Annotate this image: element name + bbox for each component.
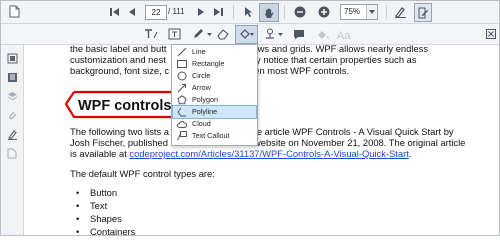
rectangle-icon bbox=[176, 59, 187, 69]
eraser-icon[interactable] bbox=[216, 27, 230, 41]
list-item: Shapes bbox=[76, 213, 122, 224]
zoom-out-icon[interactable] bbox=[293, 5, 306, 18]
menu-item-label: Text Callout bbox=[192, 131, 230, 140]
article-link[interactable]: codeproject.com/Articles/31137/WPF-Contr… bbox=[129, 148, 408, 159]
attachments-icon[interactable] bbox=[6, 109, 18, 121]
toolbar-separator bbox=[284, 5, 285, 19]
menu-item-text-callout[interactable]: Text Callout bbox=[173, 130, 256, 142]
main-toolbar: 22 / 111 75% bbox=[1, 1, 499, 24]
text-box-icon[interactable] bbox=[167, 27, 181, 41]
stamp-icon[interactable] bbox=[263, 27, 277, 41]
menu-item-rectangle[interactable]: Rectangle bbox=[173, 58, 256, 70]
menu-item-label: Polyline bbox=[192, 107, 218, 116]
circle-icon bbox=[176, 71, 187, 81]
pdf-viewer-window: 22 / 111 75% Aa the basic label and butt… bbox=[0, 0, 500, 236]
close-icon[interactable] bbox=[485, 28, 497, 40]
menu-item-polyline[interactable]: Polyline bbox=[172, 105, 257, 119]
hand-tool-icon[interactable] bbox=[259, 3, 279, 22]
toolbar-separator bbox=[386, 5, 387, 19]
paragraph-line: The default WPF control types are: bbox=[70, 168, 215, 179]
page-number-input[interactable]: 22 bbox=[145, 5, 167, 20]
select-cursor-icon[interactable] bbox=[242, 5, 254, 18]
shapes-tool-button[interactable] bbox=[235, 25, 258, 44]
svg-text:Aa: Aa bbox=[337, 30, 351, 40]
file-icon[interactable] bbox=[6, 147, 18, 159]
menu-item-label: Arrow bbox=[192, 83, 211, 92]
menu-item-label: Polygon bbox=[192, 95, 218, 104]
paragraph-line: Josh Fischer, published website on Novemb… bbox=[70, 137, 466, 148]
chevron-down-icon[interactable] bbox=[206, 31, 212, 37]
paragraph-line: is available at codeproject.com/Articles… bbox=[70, 148, 412, 159]
list-item: Button bbox=[76, 187, 117, 198]
line-icon bbox=[176, 47, 187, 57]
polyline-icon bbox=[176, 107, 187, 117]
arrow-icon bbox=[176, 83, 187, 93]
previous-page-icon[interactable] bbox=[126, 5, 138, 18]
menu-item-line[interactable]: Line bbox=[173, 46, 256, 58]
menu-item-cloud[interactable]: Cloud bbox=[173, 118, 256, 130]
pen-icon[interactable] bbox=[191, 27, 205, 41]
zoom-in-icon[interactable] bbox=[317, 5, 330, 18]
list-item: Text bbox=[76, 200, 107, 211]
document-icon[interactable] bbox=[7, 4, 21, 19]
font-icon: Aa bbox=[337, 27, 353, 41]
next-page-icon[interactable] bbox=[195, 5, 207, 18]
bookmarks-icon[interactable] bbox=[6, 71, 18, 83]
menu-item-label: Circle bbox=[192, 71, 211, 80]
annotate-icon[interactable] bbox=[414, 3, 432, 22]
document-page: the basic label and butt ews and grids. W… bbox=[24, 45, 499, 235]
zoom-level-value: 75% bbox=[344, 7, 361, 16]
menu-item-label: Cloud bbox=[192, 119, 211, 128]
zoom-level-select[interactable]: 75% bbox=[340, 4, 378, 20]
page-thumbnails-icon[interactable] bbox=[6, 52, 18, 64]
menu-item-polygon[interactable]: Polygon bbox=[173, 94, 256, 106]
toolbar-separator bbox=[233, 5, 234, 19]
sign-icon[interactable] bbox=[393, 4, 407, 19]
page-total-label: / 111 bbox=[168, 7, 185, 16]
comment-icon[interactable] bbox=[292, 27, 306, 41]
list-item: Containers bbox=[76, 226, 135, 235]
menu-item-circle[interactable]: Circle bbox=[173, 70, 256, 82]
cloud-icon bbox=[176, 119, 187, 129]
first-page-icon[interactable] bbox=[109, 5, 121, 18]
shapes-dropdown-menu: Line Rectangle Circle Arrow Polygon Poly… bbox=[171, 44, 258, 146]
polygon-icon bbox=[176, 95, 187, 105]
chevron-down-icon[interactable] bbox=[277, 31, 283, 37]
chevron-down-icon[interactable] bbox=[366, 5, 377, 19]
menu-item-label: Rectangle bbox=[192, 59, 225, 68]
text-callout-icon bbox=[176, 131, 187, 141]
paragraph-line: The following two lists a the article WPF… bbox=[70, 126, 454, 137]
last-page-icon[interactable] bbox=[212, 5, 224, 18]
menu-item-label: Line bbox=[192, 47, 206, 56]
annotation-toolbar: Aa bbox=[1, 24, 499, 45]
fill-color-icon bbox=[315, 27, 331, 41]
layers-icon[interactable] bbox=[6, 90, 18, 102]
text-tool-icon[interactable] bbox=[143, 27, 159, 41]
left-sidebar bbox=[1, 45, 24, 235]
section-heading: WPF controls bbox=[78, 98, 172, 114]
signature-icon[interactable] bbox=[6, 128, 18, 140]
menu-item-arrow[interactable]: Arrow bbox=[173, 82, 256, 94]
